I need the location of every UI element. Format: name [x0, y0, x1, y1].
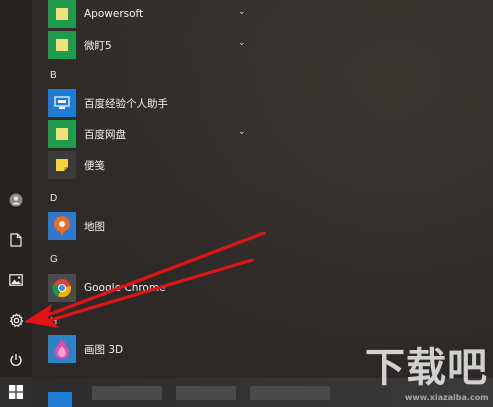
watermark-logo-text: 下载吧	[365, 344, 488, 391]
watermark-url: www.xiazaiba.com	[405, 393, 489, 402]
xiazaiba-watermark: 下载吧 www.xiazaiba.com	[365, 345, 493, 407]
